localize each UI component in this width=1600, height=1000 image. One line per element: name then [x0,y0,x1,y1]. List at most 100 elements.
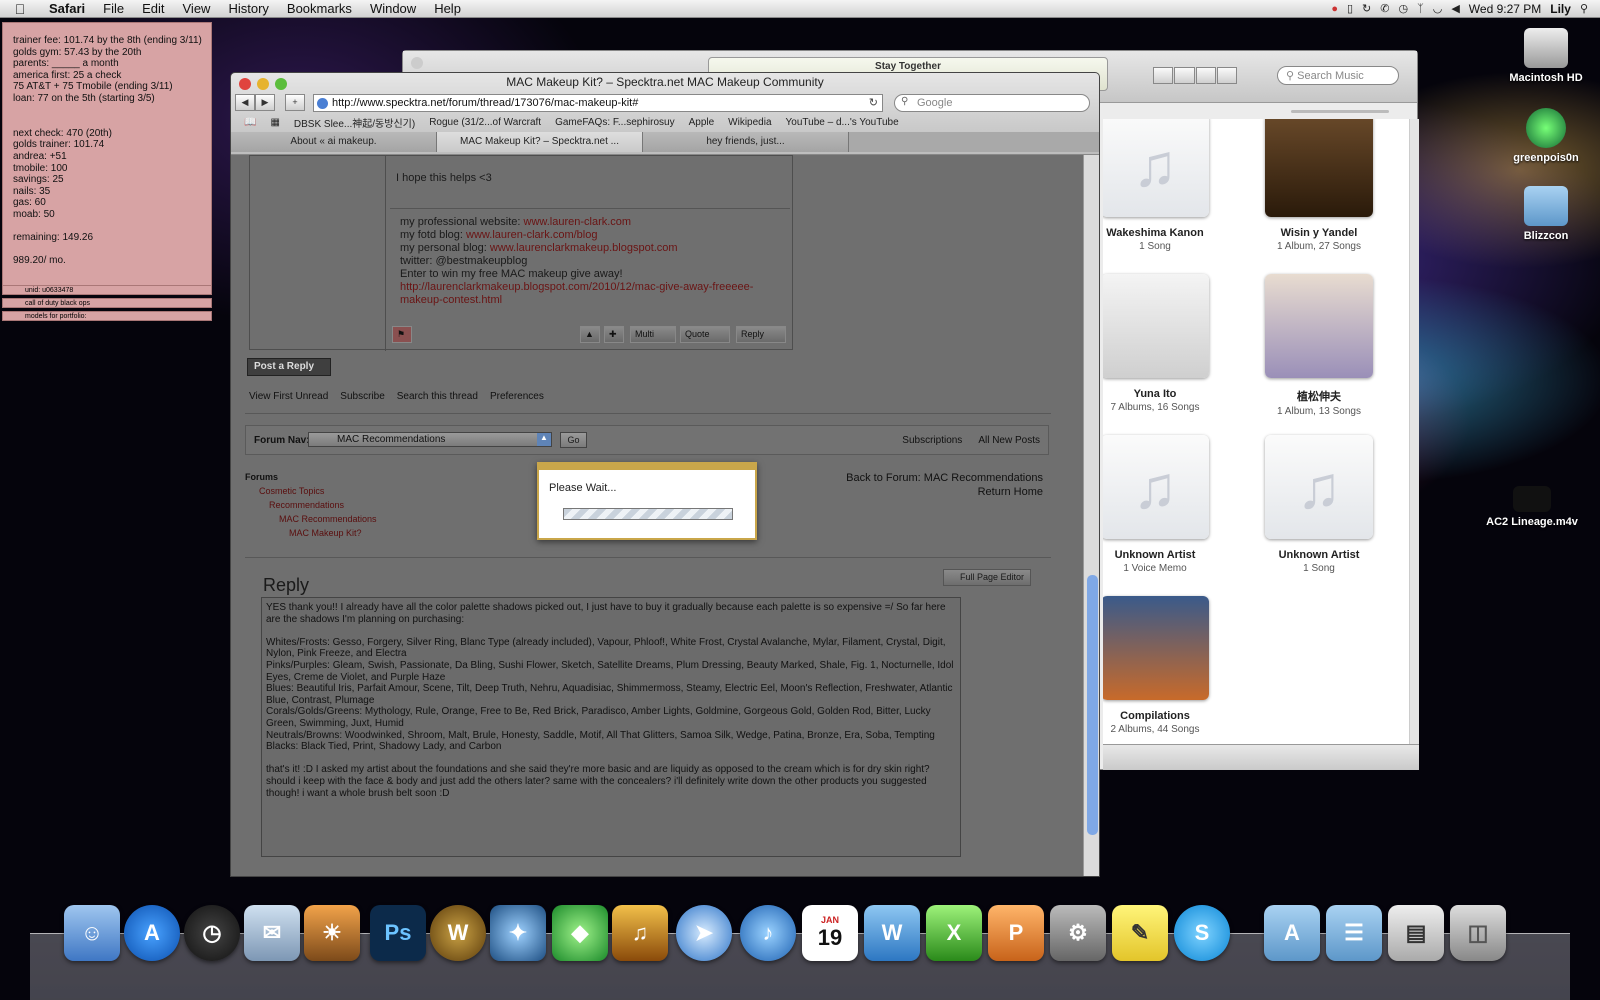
tab-ai-makeup[interactable]: About « ai makeup. [231,132,437,152]
time-machine-icon[interactable]: ◷ [1398,2,1408,15]
view-switcher[interactable] [1153,67,1237,84]
itunes-search-input[interactable]: ⚲ Search Music [1277,66,1399,85]
multi-quote-button[interactable]: Multi [630,326,676,343]
system-preferences-icon[interactable]: ⚙ [1050,905,1106,961]
menu-clock[interactable]: Wed 9:27 PM [1469,2,1541,16]
album-artwork[interactable] [1103,274,1209,378]
desktop-greenpois0n[interactable]: greenpois0n [1496,108,1596,164]
bluetooth-icon[interactable]: ᛉ [1417,3,1424,15]
plus-icon[interactable]: ✚ [604,326,624,343]
view-first-unread-link[interactable]: View First Unread [249,391,328,402]
phone-call-icon[interactable]: ✆ [1380,2,1389,15]
music-note-icon[interactable]: ♫ [1265,435,1373,539]
album-artwork[interactable] [1265,274,1373,378]
warcraft-icon[interactable]: W [430,905,486,961]
reply-button[interactable]: Reply [736,326,786,343]
list-view-button[interactable] [1153,67,1174,84]
itunes-scrollbar[interactable] [1409,119,1419,744]
artist-album-item[interactable]: ♫ Wakeshima Kanon 1 Song [1103,119,1235,252]
top-sites-icon[interactable]: ▦ [263,117,286,128]
safari-icon[interactable]: ➤ [676,905,732,961]
reload-icon[interactable]: ↻ [869,96,878,109]
tab-hey-friends[interactable]: hey friends, just... [643,132,849,152]
ical-icon[interactable]: JAN 19 [802,905,858,961]
menu-app-name[interactable]: Safari [40,1,94,16]
garageband-icon[interactable]: ♫ [612,905,668,961]
photoshop-icon[interactable]: Ps [370,905,426,961]
menu-history[interactable]: History [219,1,277,16]
bookmark-youtube[interactable]: YouTube – d...'s YouTube [779,117,906,128]
add-bookmark-button[interactable]: + [285,94,305,111]
coverflow-view-button[interactable] [1216,67,1237,84]
signature-link[interactable]: http://laurenclarkmakeup.blogspot.com/20… [400,281,753,306]
bookmark-rogue[interactable]: Rogue (31/2...of Warcraft [422,117,548,128]
artist-album-item[interactable]: Wisin y Yandel 1 Album, 27 Songs [1239,119,1399,252]
menu-edit[interactable]: Edit [133,1,173,16]
post-reply-button[interactable]: Post a Reply [247,358,331,376]
reply-textarea[interactable]: YES thank you!! I already have all the c… [261,597,961,857]
address-bar[interactable]: http://www.specktra.net/forum/thread/173… [313,94,883,112]
sync-icon[interactable]: ↻ [1362,2,1371,15]
sticky-note[interactable]: trainer fee: 101.74 by the 8th (ending 3… [2,22,212,288]
finder-icon[interactable]: ☺ [64,905,120,961]
sticky-tab-models[interactable]: models for portfolio: [2,311,212,321]
artist-album-item[interactable]: Compilations 2 Albums, 44 Songs [1103,596,1235,735]
scroll-thumb[interactable] [1087,575,1098,835]
menu-bookmarks[interactable]: Bookmarks [278,1,361,16]
wifi-icon[interactable]: ◡ [1433,2,1443,15]
desktop-macintosh-hd[interactable]: Macintosh HD [1496,28,1596,84]
skype-icon[interactable]: S [1174,905,1230,961]
crumb-mac-recommendations[interactable]: MAC Recommendations [245,512,377,526]
music-note-icon[interactable]: ♫ [1103,435,1209,539]
bookmark-apple[interactable]: Apple [682,117,722,128]
sticky-tab-cod[interactable]: call of duty black ops [2,298,212,308]
starcraft-icon[interactable]: ✦ [490,905,546,961]
music-note-icon[interactable]: ♫ [1103,119,1209,217]
growl-icon[interactable]: ● [1331,3,1338,15]
album-artwork[interactable] [1265,119,1373,217]
phone-icon[interactable]: ▯ [1347,2,1353,15]
crumb-recommendations[interactable]: Recommendations [245,498,377,512]
applications-folder-icon[interactable]: A [1264,905,1320,961]
page-scrollbar[interactable] [1083,155,1099,876]
dashboard-icon[interactable]: ◷ [184,905,240,961]
crumb-forums[interactable]: Forums [245,470,377,484]
forum-nav-select[interactable]: MAC Recommendations ▲ [308,432,552,447]
go-button[interactable]: Go [560,432,587,448]
forward-button[interactable]: ▶ [255,94,275,111]
subscriptions-link[interactable]: Subscriptions [902,435,962,446]
desktop-blizzcon[interactable]: Blizzcon [1496,186,1596,242]
bookmark-dbsk[interactable]: DBSK Slee...神起/동방신기) [287,115,422,130]
menu-help[interactable]: Help [425,1,470,16]
artist-album-item[interactable]: 植松伸夫 1 Album, 13 Songs [1239,274,1399,417]
full-page-editor-button[interactable]: Full Page Editor [943,569,1031,586]
artist-album-item[interactable]: ♫ Unknown Artist 1 Song [1239,435,1399,574]
word-icon[interactable]: W [864,905,920,961]
tab-mac-makeup-kit[interactable]: MAC Makeup Kit? – Specktra.net ... [437,132,643,152]
volume-icon[interactable]: ◀ [1451,2,1459,15]
iphoto-icon[interactable]: ☀ [304,905,360,961]
menu-view[interactable]: View [174,1,220,16]
back-to-forum-link[interactable]: Back to Forum: MAC Recommendations [846,471,1043,485]
menu-file[interactable]: File [94,1,133,16]
grid-size-slider[interactable] [1273,103,1409,119]
search-thread-link[interactable]: Search this thread [397,391,478,402]
menu-window[interactable]: Window [361,1,425,16]
grid-view-button[interactable] [1195,67,1216,84]
artist-album-item[interactable]: Yuna Ito 7 Albums, 16 Songs [1103,274,1235,413]
excel-icon[interactable]: X [926,905,982,961]
app-store-icon[interactable]: A [124,905,180,961]
sticky-tab-unid[interactable]: unid: u0633478 [2,285,212,295]
signature-link[interactable]: www.lauren-clark.com [524,216,632,228]
documents-folder-icon[interactable]: ☰ [1326,905,1382,961]
downloads-stack-icon[interactable]: ▤ [1388,905,1444,961]
bookmark-wikipedia[interactable]: Wikipedia [721,117,778,128]
crumb-mac-makeup-kit[interactable]: MAC Makeup Kit? [245,526,377,540]
menu-user[interactable]: Lily [1550,2,1571,16]
return-home-link[interactable]: Return Home [846,485,1043,499]
signature-link[interactable]: www.lauren-clark.com/blog [466,229,597,241]
reading-list-icon[interactable]: 📖 [237,117,263,128]
google-search-input[interactable]: ⚲ Google [894,94,1090,112]
mail-icon[interactable]: ✉ [244,905,300,961]
powerpoint-icon[interactable]: P [988,905,1044,961]
